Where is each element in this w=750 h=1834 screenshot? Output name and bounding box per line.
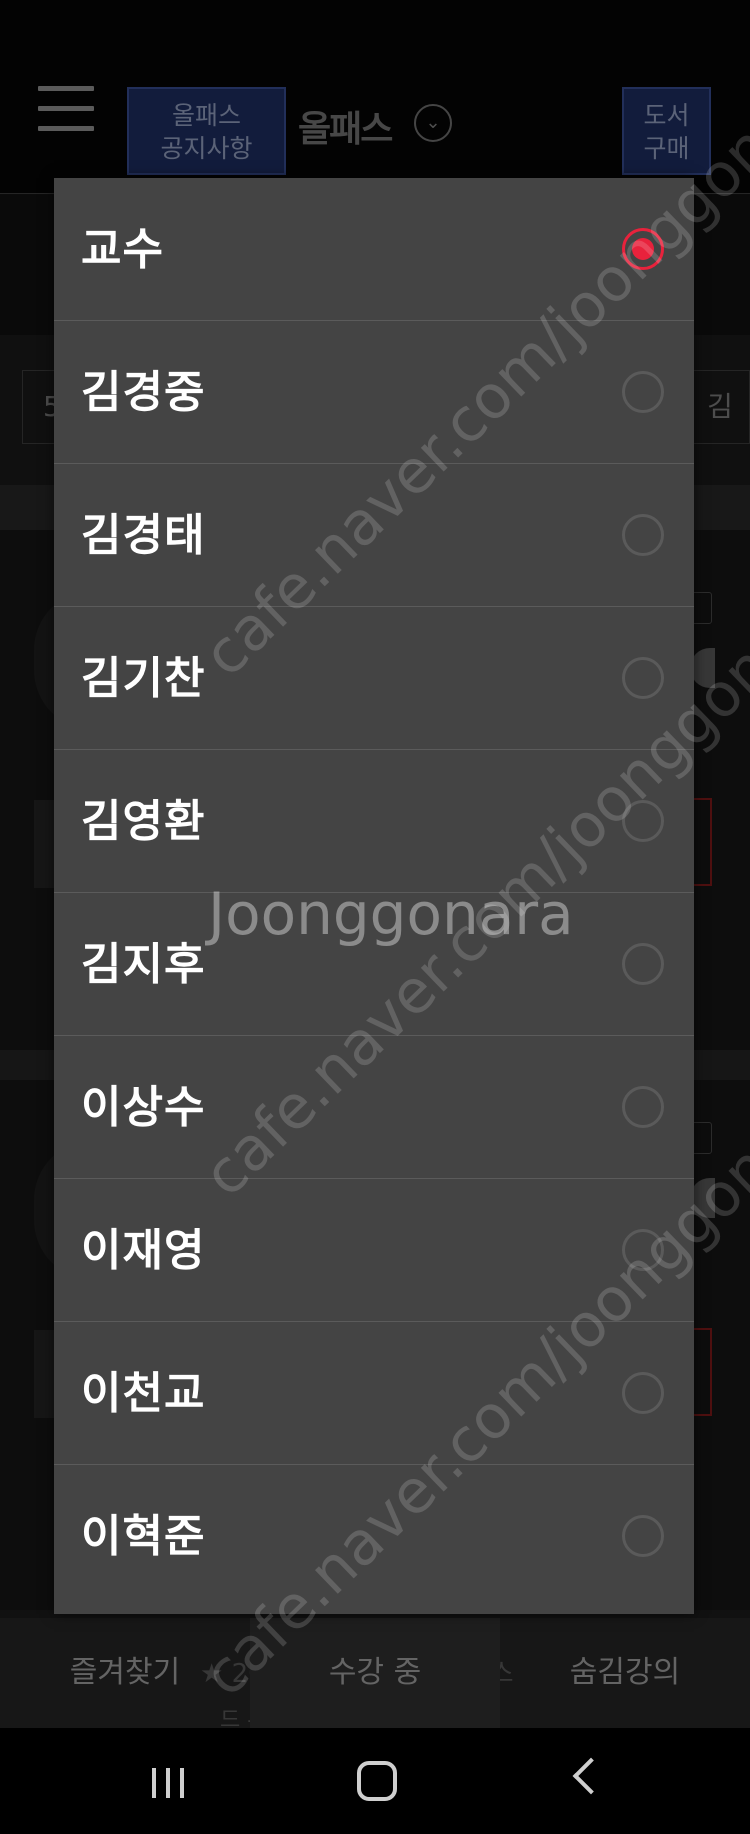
radio-selected-icon[interactable] (622, 228, 664, 270)
option-kim-gyeongtae[interactable]: 김경태 (54, 464, 694, 607)
radio-icon[interactable] (622, 1229, 664, 1271)
option-label: 이혁준 (81, 1511, 206, 1562)
radio-icon[interactable] (622, 657, 664, 699)
radio-icon[interactable] (622, 800, 664, 842)
option-label: 김기찬 (81, 653, 206, 704)
option-label: 이재영 (81, 1225, 206, 1276)
option-kim-younghwan[interactable]: 김영환 (54, 750, 694, 893)
option-lee-jaeyoung[interactable]: 이재영 (54, 1179, 694, 1322)
radio-icon[interactable] (622, 1086, 664, 1128)
option-kim-gyeongjung[interactable]: 김경중 (54, 321, 694, 464)
option-label: 김경중 (81, 367, 206, 418)
option-label: 교수 (81, 224, 164, 275)
radio-icon[interactable] (622, 943, 664, 985)
watermark-logo: Joonggonara (208, 880, 574, 948)
option-label: 김경태 (81, 510, 206, 561)
option-lee-hyeokjun[interactable]: 이혁준 (54, 1465, 694, 1608)
radio-icon[interactable] (622, 1372, 664, 1414)
system-nav-bar (0, 1728, 750, 1834)
option-label: 김지후 (81, 939, 206, 990)
option-lee-cheongyo[interactable]: 이천교 (54, 1322, 694, 1465)
radio-icon[interactable] (622, 371, 664, 413)
app-screen: 올패스 공지사항 올패스 ⌄ 도서 구매 5 김 ★ 2025 법 ... +2… (0, 0, 750, 1834)
home-icon[interactable] (357, 1761, 397, 1801)
radio-icon[interactable] (622, 1515, 664, 1557)
back-icon[interactable] (572, 1757, 610, 1795)
option-label: 이천교 (81, 1368, 206, 1419)
option-kim-gichan[interactable]: 김기찬 (54, 607, 694, 750)
recent-apps-icon[interactable] (152, 1768, 186, 1798)
option-lee-sangsu[interactable]: 이상수 (54, 1036, 694, 1179)
radio-icon[interactable] (622, 514, 664, 556)
option-label: 이상수 (81, 1082, 206, 1133)
option-professor[interactable]: 교수 (54, 178, 694, 321)
option-label: 김영환 (81, 796, 206, 847)
